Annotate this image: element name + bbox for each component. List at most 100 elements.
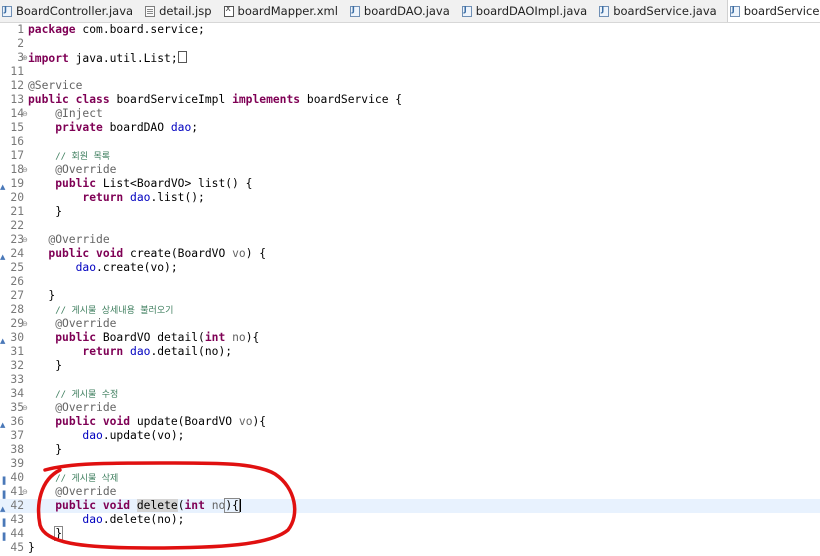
line-number: 35 (10, 401, 24, 414)
annotation: @Override (55, 163, 117, 176)
code-text: .list(); (150, 191, 205, 204)
tab-detail-jsp[interactable]: detail.jsp (143, 0, 221, 22)
code-line: 32 } (0, 359, 820, 373)
tab-boardservice-java[interactable]: boardService.java (597, 0, 726, 22)
code-line: ▲ 24 public void create(BoardVO vo) { (0, 247, 820, 261)
annotation: @Inject (55, 107, 103, 120)
comment: // 게시물 상세내용 불러오기 (55, 306, 174, 316)
line-number: 2 (17, 37, 24, 50)
tab-label: boardMapper.xml (237, 4, 338, 18)
code-line: 38 } (0, 443, 820, 457)
tab-boarddaoimpl-java[interactable]: boardDAOImpl.java (460, 0, 597, 22)
line-number: 33 (10, 373, 24, 386)
keyword: int (184, 499, 205, 512)
code-line: 1 package com.board.service; (0, 23, 820, 37)
tab-boardcontroller-java[interactable]: BoardController.java (0, 0, 143, 22)
code-text: java.util.List; (68, 52, 178, 65)
parameter: vo (157, 429, 171, 442)
line-number: 14 (10, 107, 24, 120)
line-number: 37 (10, 429, 24, 442)
code-text: boardDAO (102, 121, 171, 134)
tab-boardserviceimpl-java[interactable]: boardServiceImpl.java ✕ (726, 0, 820, 22)
tab-boardmapper-xml[interactable]: boardMapper.xml (222, 0, 348, 22)
line-number: 29 (10, 317, 24, 330)
code-text: } (28, 443, 63, 456)
code-line: 18 ⊖ @Override (0, 163, 820, 177)
code-line: 15 private boardDAO dao; (0, 121, 820, 135)
annotation: @Override (55, 317, 117, 330)
keyword: package (28, 23, 76, 36)
line-number: 41 (10, 485, 24, 498)
keyword: public (55, 177, 97, 190)
code-text: boardServiceImpl (109, 93, 233, 106)
keyword: public (55, 415, 97, 428)
code-line: 34 // 게시물 수정 (0, 387, 820, 401)
code-text: } (28, 541, 35, 554)
code-text: List<BoardVO> list() { (96, 177, 253, 190)
parameter: no (232, 331, 246, 344)
parameter: no (211, 499, 226, 512)
xml-file-icon (223, 4, 234, 17)
code-text: create(BoardVO (123, 247, 233, 260)
code-line: 14 ⊖ @Inject (0, 107, 820, 121)
line-number: 45 (10, 541, 24, 554)
field: dao (75, 261, 97, 274)
code-text: ( (177, 499, 185, 512)
java-file-icon (461, 5, 472, 17)
code-line: ▲ 30 public BoardVO detail(int no){ (0, 331, 820, 345)
comment: // 게시물 삭제 (55, 474, 119, 484)
line-number: 39 (10, 457, 24, 470)
code-line: 28 // 게시물 상세내용 불러오기 (0, 303, 820, 317)
code-line: 35 ⊖ @Override (0, 401, 820, 415)
line-number: 36 (10, 415, 24, 428)
keyword: return (82, 345, 124, 358)
code-line: ▐ 41 ⊖ @Override (0, 485, 820, 499)
tab-boarddao-java[interactable]: boardDAO.java (348, 0, 460, 22)
line-number: 18 (10, 163, 24, 176)
code-line: ▲ 36 public void update(BoardVO vo){ (0, 415, 820, 429)
folded-content-icon[interactable] (177, 51, 187, 63)
field: dao (170, 121, 192, 134)
line-number: 1 (17, 23, 24, 36)
code-line: 13 public class boardServiceImpl impleme… (0, 93, 820, 107)
keyword: void (96, 247, 124, 260)
parameter: vo (150, 261, 165, 274)
line-number: 22 (10, 219, 24, 232)
code-line: ▲ 19 public List<BoardVO> list() { (0, 177, 820, 191)
highlighted-method-name[interactable]: delete (136, 499, 178, 512)
code-line: 20 return dao.list(); (0, 191, 820, 205)
code-text: .update( (102, 429, 158, 442)
code-text: ) { (245, 247, 267, 260)
code-line: 23 ⊖ @Override (0, 233, 820, 247)
keyword: private (55, 121, 103, 134)
code-line: 45 } (0, 541, 820, 555)
keyword: public (28, 93, 69, 106)
line-number: 30 (10, 331, 24, 344)
code-editor[interactable]: 1 package com.board.service; 2 3 ⊕ impor… (0, 23, 820, 556)
field: dao (130, 191, 151, 204)
code-line: 25 dao.create(vo); (0, 261, 820, 275)
code-line: 12 @Service (0, 79, 820, 93)
code-line: ▐ 40 // 게시물 삭제 (0, 471, 820, 485)
line-number: 44 (10, 527, 24, 540)
keyword: void (102, 499, 131, 512)
code-text: ); (170, 429, 185, 442)
code-line: 29 ⊖ @Override (0, 317, 820, 331)
code-line: 26 (0, 275, 820, 289)
line-number: 34 (10, 387, 24, 400)
